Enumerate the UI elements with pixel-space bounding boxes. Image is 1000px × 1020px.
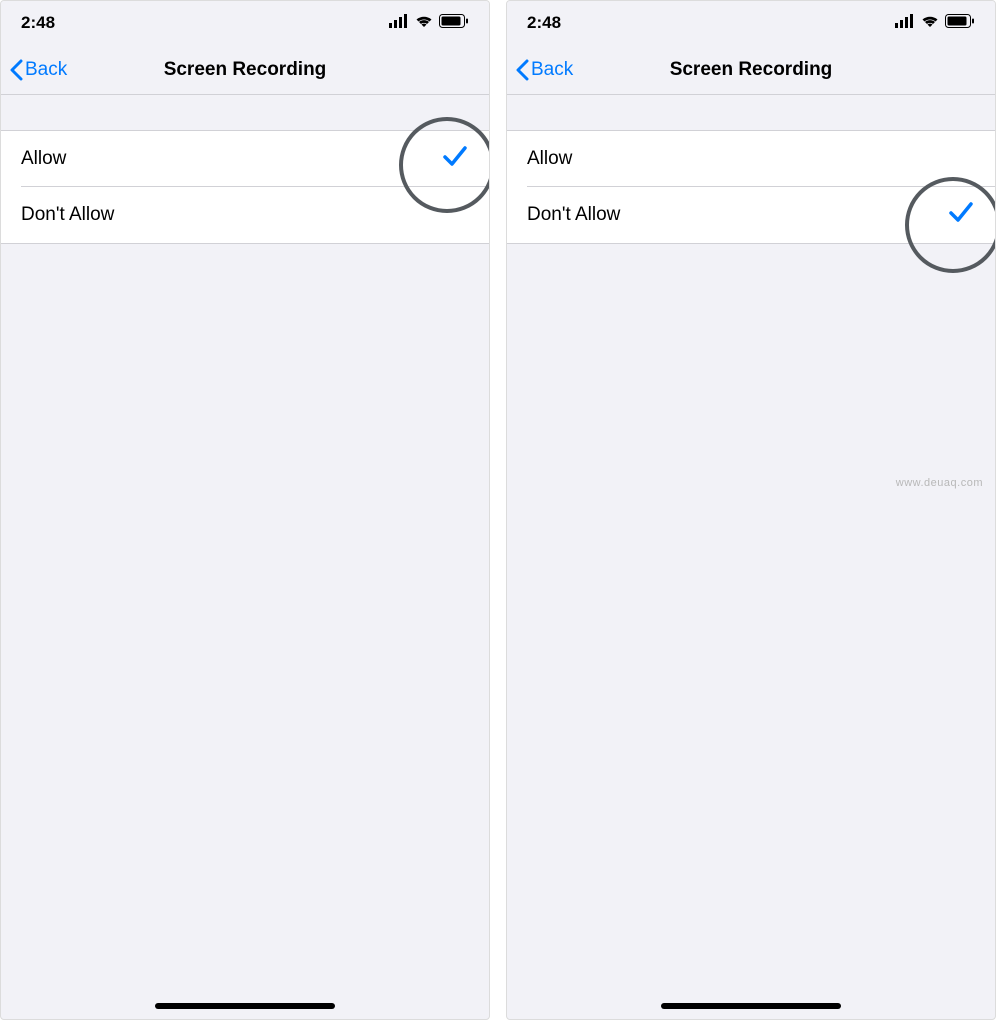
options-list: Allow Don't Allow	[1, 131, 489, 244]
section-gap	[1, 95, 489, 131]
option-label: Allow	[21, 148, 66, 170]
cellular-icon	[895, 13, 915, 33]
page-title: Screen Recording	[507, 59, 995, 81]
back-button[interactable]: Back	[9, 59, 67, 81]
back-label: Back	[25, 59, 67, 81]
option-allow[interactable]: Allow	[1, 131, 489, 187]
home-indicator[interactable]	[155, 1003, 335, 1009]
option-dont-allow[interactable]: Don't Allow	[1, 187, 489, 243]
chevron-left-icon	[515, 59, 529, 81]
back-button[interactable]: Back	[515, 59, 573, 81]
phone-screen-right: 2:48 Back Screen Recording Allow	[506, 0, 996, 1020]
section-gap	[507, 95, 995, 131]
option-label: Don't Allow	[527, 204, 620, 226]
option-label: Don't Allow	[21, 204, 114, 226]
option-dont-allow[interactable]: Don't Allow	[507, 187, 995, 243]
status-time: 2:48	[21, 13, 55, 33]
wifi-icon	[921, 13, 939, 33]
checkmark-icon	[441, 142, 469, 176]
option-allow[interactable]: Allow	[507, 131, 995, 187]
battery-icon	[439, 13, 469, 33]
options-list: Allow Don't Allow	[507, 131, 995, 244]
content-area: Allow Don't Allow	[1, 95, 489, 244]
status-bar: 2:48	[1, 1, 489, 45]
back-label: Back	[531, 59, 573, 81]
phone-screen-left: 2:48 Back Screen Recording Allow	[0, 0, 490, 1020]
cellular-icon	[389, 13, 409, 33]
wifi-icon	[415, 13, 433, 33]
content-area: Allow Don't Allow	[507, 95, 995, 244]
battery-icon	[945, 13, 975, 33]
status-icons	[389, 13, 469, 33]
page-title: Screen Recording	[1, 59, 489, 81]
watermark: www.deuaq.com	[896, 477, 983, 489]
nav-bar: Back Screen Recording	[1, 45, 489, 95]
nav-bar: Back Screen Recording	[507, 45, 995, 95]
option-label: Allow	[527, 148, 572, 170]
status-icons	[895, 13, 975, 33]
chevron-left-icon	[9, 59, 23, 81]
checkmark-icon	[947, 198, 975, 232]
status-time: 2:48	[527, 13, 561, 33]
home-indicator[interactable]	[661, 1003, 841, 1009]
status-bar: 2:48	[507, 1, 995, 45]
